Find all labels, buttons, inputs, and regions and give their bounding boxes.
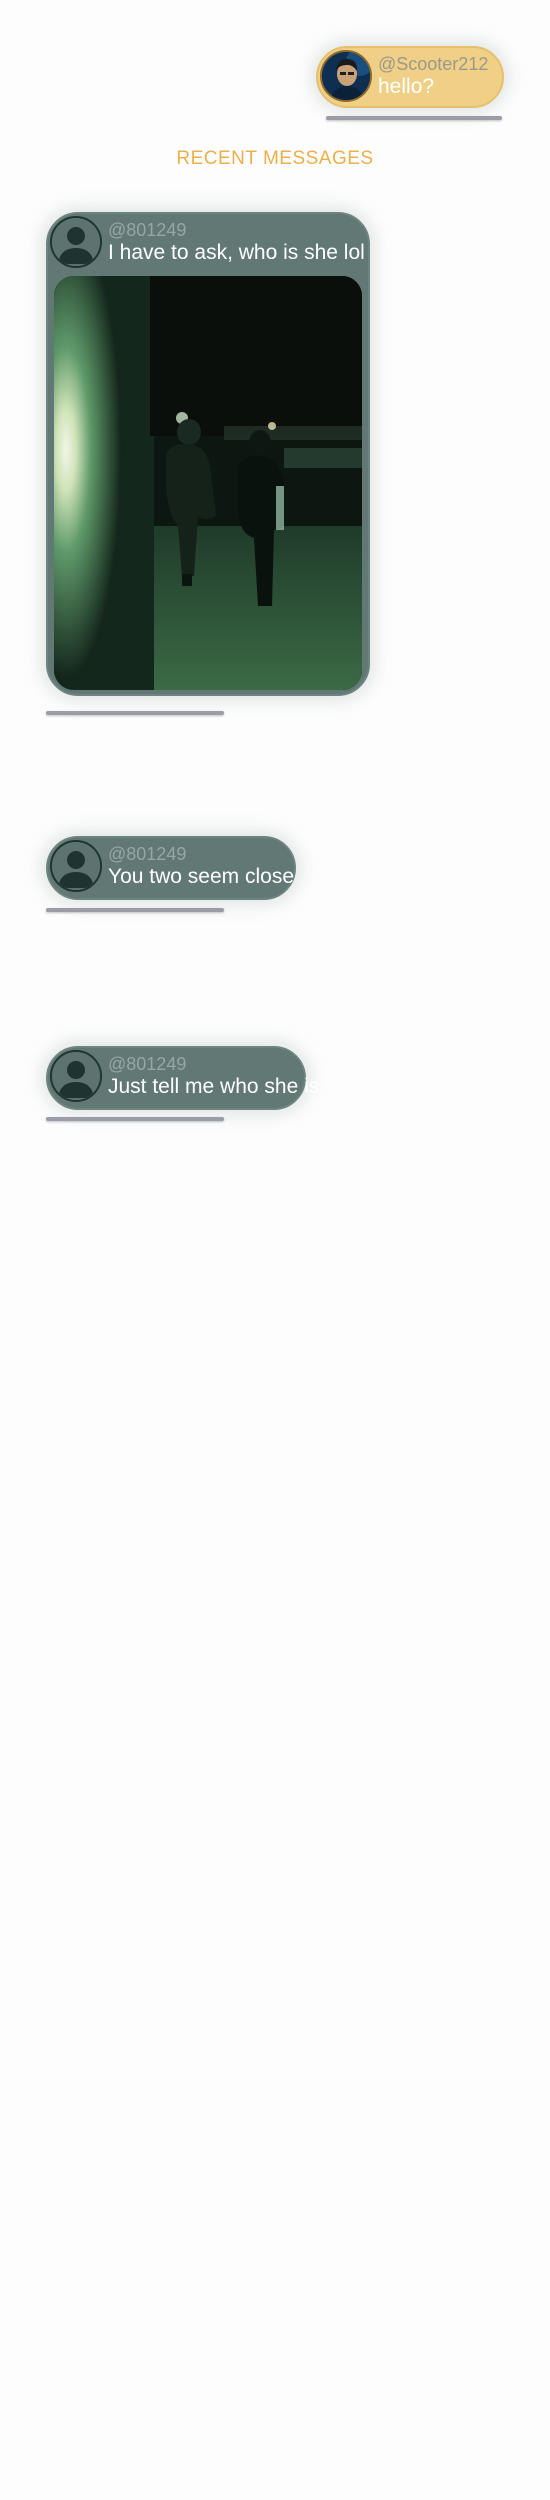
message-text: I have to ask, who is she lol	[108, 241, 365, 264]
message-text: hello?	[378, 75, 435, 98]
incoming-message-bubble[interactable]: @801249 Just tell me who she is	[46, 1046, 319, 1110]
message-divider	[46, 1117, 224, 1121]
default-avatar-icon	[52, 842, 100, 890]
contact-handle: @801249	[108, 220, 187, 240]
contact-avatar[interactable]	[50, 1050, 102, 1102]
section-title: RECENT MESSAGES	[176, 148, 374, 169]
attached-photo[interactable]	[54, 276, 362, 690]
message-divider	[326, 116, 502, 120]
default-avatar-icon	[52, 1052, 100, 1100]
sender-handle: @Scooter212	[378, 54, 489, 74]
contact-avatar[interactable]	[50, 840, 102, 892]
sender-avatar-photo	[322, 52, 370, 100]
contact-handle: @801249	[108, 844, 187, 864]
message-divider	[46, 908, 224, 912]
default-avatar-icon	[52, 218, 100, 266]
message-text: You two seem close	[108, 865, 294, 888]
incoming-message-bubble[interactable]: @801249 I have to ask, who is she lol	[46, 212, 370, 696]
message-divider	[46, 711, 224, 715]
outgoing-message-bubble[interactable]: @Scooter212 hello?	[316, 46, 504, 108]
incoming-message-bubble[interactable]: @801249 You two seem close	[46, 836, 296, 900]
sender-avatar[interactable]	[320, 50, 372, 102]
contact-handle: @801249	[108, 1054, 187, 1074]
message-text: Just tell me who she is	[108, 1075, 320, 1098]
night-street-photo	[54, 276, 362, 690]
contact-avatar[interactable]	[50, 216, 102, 268]
